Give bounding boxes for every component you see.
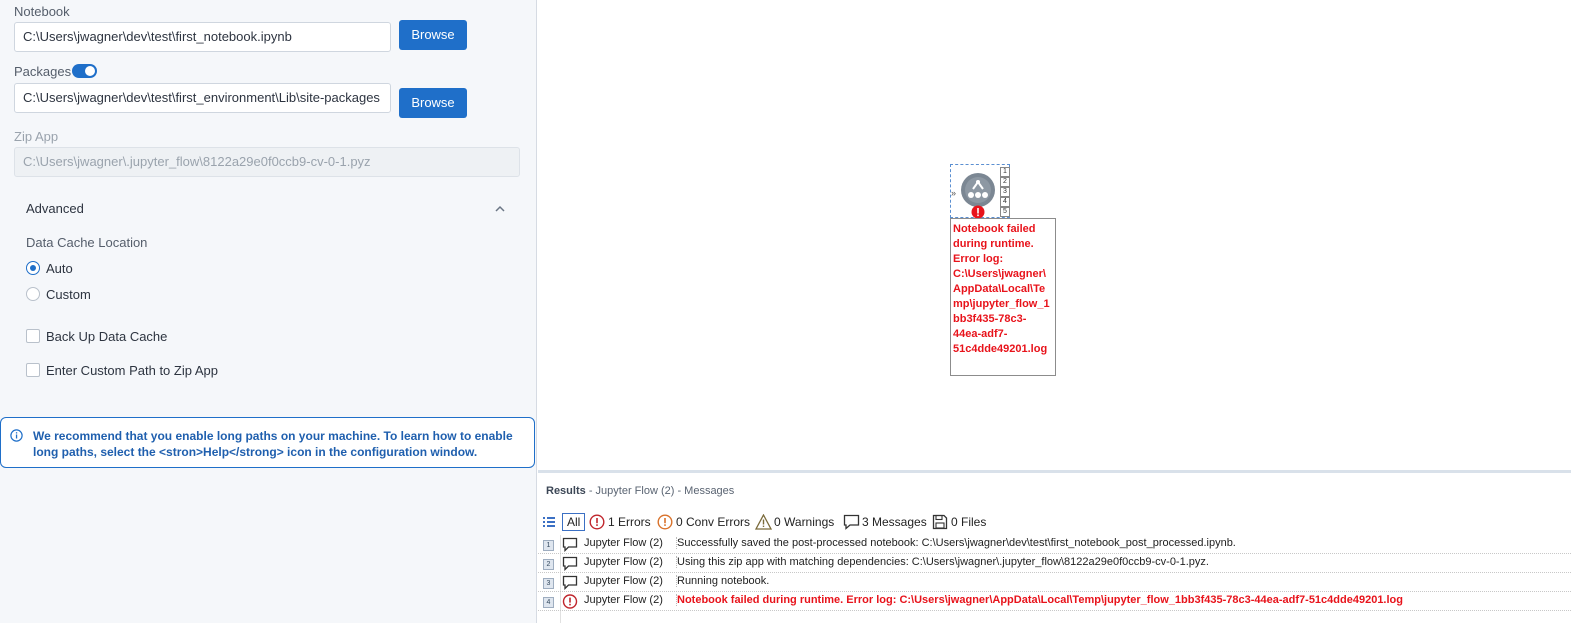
tool-error-annotation: Notebook failed during runtime. Error lo… bbox=[950, 218, 1056, 376]
filter-messages[interactable]: 3 Messages bbox=[862, 513, 927, 531]
results-title: Results bbox=[546, 485, 586, 497]
packages-browse-button[interactable]: Browse bbox=[399, 88, 467, 118]
error-badge-icon bbox=[971, 205, 985, 219]
results-panel: Results - Jupyter Flow (2) - Messages Al… bbox=[538, 470, 1571, 623]
info-icon bbox=[10, 429, 23, 442]
output-anchor[interactable]: 5 bbox=[1000, 207, 1010, 217]
row-message: Using this zip app with matching depende… bbox=[676, 556, 1209, 568]
notice-text: We recommend that you enable long paths … bbox=[33, 429, 513, 459]
notebook-browse-button[interactable]: Browse bbox=[399, 20, 467, 50]
message-icon bbox=[562, 556, 578, 571]
packages-path-input[interactable]: C:\Users\jwagner\dev\test\first_environm… bbox=[14, 83, 391, 113]
output-anchor[interactable]: 1 bbox=[1000, 167, 1010, 177]
long-paths-notice: We recommend that you enable long paths … bbox=[0, 417, 535, 468]
packages-label: Packages bbox=[14, 64, 72, 79]
results-table: 1 Jupyter Flow (2) Successfully saved th… bbox=[538, 535, 1571, 611]
output-anchor[interactable]: 3 bbox=[1000, 187, 1010, 197]
radio-custom[interactable] bbox=[26, 287, 40, 301]
zipapp-path-input: C:\Users\jwagner\.jupyter_flow\8122a29e0… bbox=[14, 147, 520, 177]
table-row[interactable]: 3 Jupyter Flow (2) Running notebook. bbox=[538, 573, 1571, 592]
output-anchor[interactable]: 2 bbox=[1000, 177, 1010, 187]
row-message: Notebook failed during runtime. Error lo… bbox=[676, 594, 1403, 606]
radio-auto[interactable] bbox=[26, 261, 40, 275]
results-filter-bar: All 1 Errors 0 Conv Errors 0 Warnings 3 … bbox=[538, 511, 1571, 533]
custom-zip-path-checkbox[interactable] bbox=[26, 363, 40, 377]
row-number: 2 bbox=[543, 559, 554, 570]
filter-conv-errors[interactable]: 0 Conv Errors bbox=[676, 513, 750, 531]
table-row[interactable]: 1 Jupyter Flow (2) Successfully saved th… bbox=[538, 535, 1571, 554]
table-row[interactable]: 2 Jupyter Flow (2) Using this zip app wi… bbox=[538, 554, 1571, 573]
radio-custom-label: Custom bbox=[46, 287, 91, 302]
output-anchors: 1 2 3 4 5 bbox=[1000, 167, 1010, 217]
radio-auto-label: Auto bbox=[46, 261, 73, 276]
warning-icon bbox=[755, 514, 772, 530]
zipapp-label: Zip App bbox=[14, 129, 59, 144]
message-icon bbox=[562, 537, 578, 552]
advanced-section-title[interactable]: Advanced bbox=[26, 201, 84, 216]
row-number: 3 bbox=[543, 578, 554, 589]
configuration-panel: Notebook C:\Users\jwagner\dev\test\first… bbox=[0, 0, 537, 623]
backup-cache-label: Back Up Data Cache bbox=[46, 329, 168, 344]
list-icon[interactable] bbox=[543, 516, 555, 528]
input-anchor-icon[interactable]: » bbox=[951, 188, 956, 198]
conv-error-icon bbox=[657, 514, 673, 530]
jupyter-flow-tool[interactable]: » 1 2 3 4 5 bbox=[950, 164, 1010, 219]
chevron-up-icon[interactable] bbox=[493, 202, 507, 216]
row-source: Jupyter Flow (2) bbox=[584, 575, 663, 587]
table-row[interactable]: 4 Jupyter Flow (2) Notebook failed durin… bbox=[538, 592, 1571, 611]
app-root: Notebook C:\Users\jwagner\dev\test\first… bbox=[0, 0, 1571, 623]
row-source: Jupyter Flow (2) bbox=[584, 594, 663, 606]
row-number: 1 bbox=[543, 540, 554, 551]
results-header: Results - Jupyter Flow (2) - Messages bbox=[546, 485, 734, 497]
row-number: 4 bbox=[543, 597, 554, 608]
row-source: Jupyter Flow (2) bbox=[584, 537, 663, 549]
jupyter-flow-gear-icon bbox=[961, 173, 995, 207]
save-file-icon bbox=[932, 514, 948, 530]
row-source: Jupyter Flow (2) bbox=[584, 556, 663, 568]
custom-zip-path-label: Enter Custom Path to Zip App bbox=[46, 363, 218, 378]
message-icon bbox=[843, 514, 860, 530]
notebook-label: Notebook bbox=[14, 4, 70, 19]
notebook-path-input[interactable]: C:\Users\jwagner\dev\test\first_notebook… bbox=[14, 22, 391, 52]
row-message: Running notebook. bbox=[676, 575, 770, 587]
backup-cache-checkbox[interactable] bbox=[26, 329, 40, 343]
filter-errors[interactable]: 1 Errors bbox=[608, 513, 651, 531]
output-anchor[interactable]: 4 bbox=[1000, 197, 1010, 207]
workflow-canvas[interactable]: » 1 2 3 4 5 Notebook failed during runti… bbox=[538, 0, 1571, 470]
row-message: Successfully saved the post-processed no… bbox=[676, 537, 1236, 549]
filter-files[interactable]: 0 Files bbox=[951, 513, 986, 531]
filter-all[interactable]: All bbox=[562, 513, 586, 531]
error-circle-icon bbox=[562, 594, 578, 609]
message-icon bbox=[562, 575, 578, 590]
results-subtitle: - Jupyter Flow (2) - Messages bbox=[588, 485, 735, 497]
filter-warnings[interactable]: 0 Warnings bbox=[774, 513, 834, 531]
packages-toggle[interactable] bbox=[72, 64, 97, 78]
error-circle-icon bbox=[589, 514, 605, 530]
cache-location-label: Data Cache Location bbox=[26, 235, 148, 250]
